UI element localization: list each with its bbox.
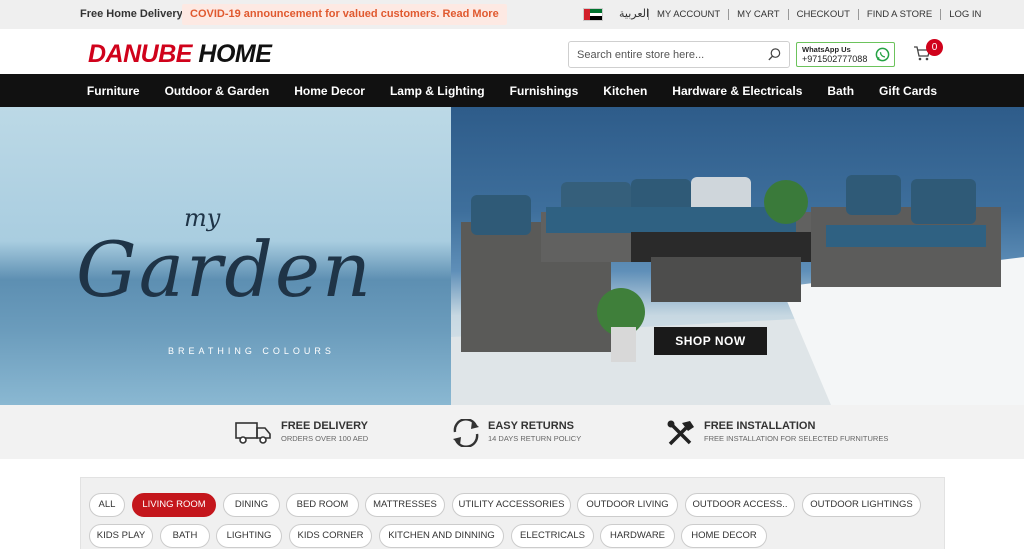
whatsapp-number: +971502777088 <box>802 54 868 64</box>
whatsapp-button[interactable]: WhatsApp Us +971502777088 <box>796 42 895 67</box>
my-cart-link[interactable]: MY CART <box>728 9 787 20</box>
shop-now-button[interactable]: SHOP NOW <box>654 327 767 355</box>
hero-banner[interactable]: my Garden BREATHING COLOURS SHOP NOW <box>0 107 1024 405</box>
category-pill-dining[interactable]: DINING <box>223 493 280 517</box>
feature-title: FREE DELIVERY <box>281 420 368 432</box>
truck-icon <box>235 422 271 444</box>
feature-title: FREE INSTALLATION <box>704 420 816 432</box>
account-links: MY ACCOUNT MY CART CHECKOUT FIND A STORE… <box>648 9 989 20</box>
hero-furniture-photo <box>451 107 1024 405</box>
search-box <box>568 41 790 68</box>
category-pill-kitchen-and-dinning[interactable]: KITCHEN AND DINNING <box>379 524 504 548</box>
free-delivery-text: Free Home Delivery <box>80 8 183 20</box>
top-bar: Free Home Delivery COVID-19 announcement… <box>0 0 1024 29</box>
uae-flag-icon[interactable] <box>583 8 603 21</box>
category-pill-all[interactable]: ALL <box>89 493 125 517</box>
whatsapp-label: WhatsApp Us <box>802 45 851 54</box>
returns-icon <box>453 419 479 447</box>
logo-text-danube: DANUBE <box>88 40 192 68</box>
feature-title: EASY RETURNS <box>488 420 574 432</box>
nav-item-home-decor[interactable]: Home Decor <box>294 84 365 98</box>
search-input[interactable] <box>577 42 767 67</box>
find-a-store-link[interactable]: FIND A STORE <box>857 9 940 20</box>
whatsapp-icon <box>875 47 890 62</box>
covid-announcement-link[interactable]: COVID-19 announcement for valued custome… <box>182 4 507 25</box>
category-pill-mattresses[interactable]: MATTRESSES <box>365 493 445 517</box>
outdoor-sofa-illustration <box>451 175 1024 405</box>
category-pill-bath[interactable]: BATH <box>160 524 210 548</box>
category-pill-bed-room[interactable]: BED ROOM <box>286 493 359 517</box>
checkout-link[interactable]: CHECKOUT <box>787 9 858 20</box>
hero-tagline: BREATHING COLOURS <box>168 346 335 356</box>
cart-count-badge: 0 <box>926 39 943 56</box>
nav-item-outdoor-garden[interactable]: Outdoor & Garden <box>165 84 270 98</box>
nav-item-hardware-electricals[interactable]: Hardware & Electricals <box>672 84 802 98</box>
nav-item-furniture[interactable]: Furniture <box>87 84 140 98</box>
my-account-link[interactable]: MY ACCOUNT <box>648 9 728 20</box>
feature-subtitle: 14 DAYS RETURN POLICY <box>488 434 582 443</box>
category-pill-kids-play[interactable]: KIDS PLAY <box>89 524 153 548</box>
nav-item-bath[interactable]: Bath <box>827 84 854 98</box>
tools-icon <box>667 420 694 446</box>
feature-subtitle: ORDERS OVER 100 AED <box>281 434 369 443</box>
logo-text-home: HOME <box>198 40 272 68</box>
hero-sea-panel: my Garden BREATHING COLOURS <box>0 107 451 405</box>
site-logo[interactable]: DANUBE HOME <box>88 40 272 69</box>
nav-item-kitchen[interactable]: Kitchen <box>603 84 647 98</box>
features-strip: FREE DELIVERY ORDERS OVER 100 AED EASY R… <box>0 405 1024 459</box>
hero-script-title: Garden <box>76 225 373 314</box>
feature-subtitle: FREE INSTALLATION FOR SELECTED FURNITURE… <box>704 434 889 443</box>
log-in-link[interactable]: LOG IN <box>940 9 989 20</box>
category-pill-electricals[interactable]: ELECTRICALS <box>511 524 594 548</box>
category-pill-lighting[interactable]: LIGHTING <box>216 524 282 548</box>
category-pill-outdoor-lightings[interactable]: OUTDOOR LIGHTINGS <box>802 493 921 517</box>
nav-item-furnishings[interactable]: Furnishings <box>510 84 579 98</box>
category-pill-hardware[interactable]: HARDWARE <box>600 524 675 548</box>
category-pill-home-decor[interactable]: HOME DECOR <box>681 524 767 548</box>
search-icon[interactable] <box>767 47 782 62</box>
category-pill-living-room[interactable]: LIVING ROOM <box>132 493 216 517</box>
language-switch-link[interactable]: العربية <box>619 7 649 20</box>
nav-item-gift-cards[interactable]: Gift Cards <box>879 84 937 98</box>
category-pill-kids-corner[interactable]: KIDS CORNER <box>289 524 372 548</box>
category-filter-panel: ALL LIVING ROOM DINING BED ROOM MATTRESS… <box>80 477 945 549</box>
main-nav: Furniture Outdoor & Garden Home Decor La… <box>0 74 1024 107</box>
category-pill-outdoor-living[interactable]: OUTDOOR LIVING <box>577 493 678 517</box>
nav-item-lamp-lighting[interactable]: Lamp & Lighting <box>390 84 485 98</box>
category-pill-utility-accessories[interactable]: UTILITY ACCESSORIES <box>452 493 571 517</box>
category-pill-outdoor-access[interactable]: OUTDOOR ACCESS.. <box>685 493 795 517</box>
